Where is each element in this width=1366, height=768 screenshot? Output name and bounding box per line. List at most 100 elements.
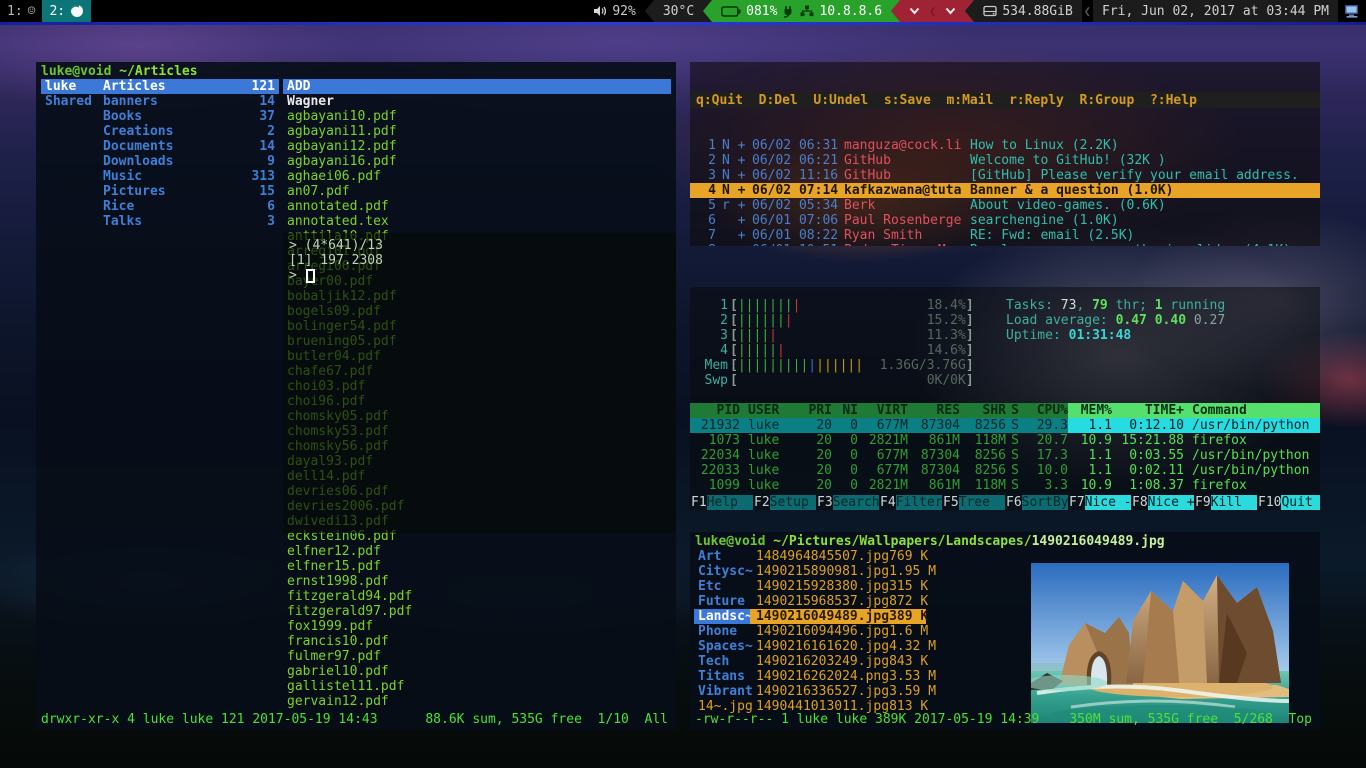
fkey-f1[interactable]: F1Help (690, 495, 753, 510)
directory-item[interactable]: Titans (694, 669, 752, 684)
system-monitor-window[interactable]: 1[||||||||18.4%]2[|||||||15.2%]3[|||||11… (690, 287, 1320, 510)
directory-item[interactable]: Talks3 (99, 214, 279, 229)
preview-item[interactable]: elfner12.pdf (283, 544, 671, 559)
fkey-f10[interactable]: F10Quit (1257, 495, 1320, 510)
computer-tray-icon[interactable] (1344, 3, 1360, 19)
preview-item[interactable]: Wagner (283, 94, 671, 109)
directory-item[interactable]: Rice6 (99, 199, 279, 214)
column-header[interactable]: Command (1184, 403, 1320, 418)
column-header[interactable]: RES (908, 403, 960, 418)
email-list-item[interactable]: 7 +06/01 08:22Ryan SmithRE: Fwd: email (… (690, 228, 1320, 243)
preview-item[interactable]: elfner15.pdf (283, 559, 671, 574)
fkey-f3[interactable]: F3Search (816, 495, 879, 510)
preview-item[interactable]: an07.pdf (283, 184, 671, 199)
image-file-item[interactable]: 1490216094496.jpg1.6 M (750, 624, 926, 639)
column-header[interactable]: VIRT (858, 403, 908, 418)
preview-item[interactable]: agbayani16.pdf (283, 154, 671, 169)
image-file-item[interactable]: 1490216161620.jpg4.32 M (750, 639, 926, 654)
process-row[interactable]: 1073luke2002821M861M118MS20.710.915:21.8… (690, 433, 1320, 448)
preview-item[interactable]: fitzgerald94.pdf (283, 589, 671, 604)
email-list-item[interactable]: 6 +06/01 07:06Paul Rosenbergesearchengin… (690, 213, 1320, 228)
fkey-f5[interactable]: F5Tree (942, 495, 1005, 510)
email-list-item[interactable]: 8 +06/01 10:51Pedro Tiago MarRe: languag… (690, 243, 1320, 246)
email-list-item[interactable]: 1N +06/02 06:31manguza@cock.liHow to Lin… (690, 138, 1320, 153)
preview-item[interactable]: gabriel10.pdf (283, 664, 671, 679)
fkey-f6[interactable]: F6SortBy (1005, 495, 1068, 510)
column-header[interactable]: SHR (960, 403, 1006, 418)
column-header[interactable]: PID (696, 403, 740, 418)
image-file-item[interactable]: 1490215968537.jpg872 K (750, 594, 926, 609)
preview-item[interactable]: francis10.pdf (283, 634, 671, 649)
meter-bar: | (738, 313, 746, 328)
directory-item[interactable]: Creations2 (99, 124, 279, 139)
process-row[interactable]: 21932luke200677M873048256S29.31.10:12.10… (690, 418, 1320, 433)
column-header[interactable]: NI (832, 403, 858, 418)
fkey-f7[interactable]: F7Nice - (1068, 495, 1131, 510)
directory-item[interactable]: Spaces~ (694, 639, 752, 654)
email-list-item[interactable]: 3N +06/02 11:16GitHub[GitHub] Please ver… (690, 168, 1320, 183)
directory-item[interactable]: Documents14 (99, 139, 279, 154)
process-virt: 2821M (858, 433, 908, 448)
fkey-f9[interactable]: F9Kill (1194, 495, 1257, 510)
process-row[interactable]: 1099luke2002821M861M118MS3.310.91:08.37f… (690, 478, 1320, 493)
preview-item[interactable]: fulmer97.pdf (283, 649, 671, 664)
directory-item[interactable]: Tech (694, 654, 752, 669)
preview-item[interactable]: aghaei06.pdf (283, 169, 671, 184)
workspace-2[interactable]: 2: (42, 0, 91, 22)
parent-dir-item[interactable]: luke (41, 79, 99, 94)
preview-item[interactable]: gervain12.pdf (283, 694, 671, 709)
image-file-item[interactable]: 1484964845507.jpg769 K (750, 549, 926, 564)
column-header[interactable]: S (1006, 403, 1024, 418)
preview-item[interactable]: agbayani12.pdf (283, 139, 671, 154)
fkey-f2[interactable]: F2Setup (753, 495, 816, 510)
directory-item[interactable]: Articles121 (99, 79, 279, 94)
meter-value: 0K/0K (927, 373, 966, 388)
column-header[interactable]: USER (740, 403, 798, 418)
email-client-window[interactable]: q:Quit D:Del U:Undel s:Save m:Mail r:Rep… (690, 62, 1320, 246)
directory-item[interactable]: Future (694, 594, 752, 609)
preview-item[interactable]: gallistel11.pdf (283, 679, 671, 694)
directory-item[interactable]: Phone (694, 624, 752, 639)
image-browser-window[interactable]: luke@void ~/Pictures/Wallpapers/Landscap… (690, 532, 1320, 730)
image-file-item[interactable]: 1490216203249.jpg843 K (750, 654, 926, 669)
fkey-f4[interactable]: F4Filter (879, 495, 942, 510)
preview-item[interactable]: fitzgerald97.pdf (283, 604, 671, 619)
preview-item[interactable]: ADD (283, 79, 671, 94)
preview-item[interactable]: agbayani11.pdf (283, 124, 671, 139)
workspace-1[interactable]: 1: ☺ (0, 0, 42, 22)
directory-item[interactable]: Etc (694, 579, 752, 594)
column-header[interactable]: PRI (798, 403, 832, 418)
parent-dir-item[interactable]: Shared (41, 94, 99, 109)
image-file-item[interactable]: 1490215890981.jpg1.95 M (750, 564, 926, 579)
email-list-item[interactable]: 5r +06/02 05:34BerkAbout video-games. (0… (690, 198, 1320, 213)
directory-item[interactable]: Citysc~ (694, 564, 752, 579)
directory-item[interactable]: Vibrant (694, 684, 752, 699)
image-file-item[interactable]: 1490216336527.jpg3.59 M (750, 684, 926, 699)
preview-item[interactable]: fox1999.pdf (283, 619, 671, 634)
directory-item[interactable]: banners14 (99, 94, 279, 109)
directory-item[interactable]: Books37 (99, 109, 279, 124)
calculator-terminal-window[interactable]: > (4*641)/13[1] 197.2308> (283, 233, 676, 533)
directory-item[interactable]: Pictures15 (99, 184, 279, 199)
email-list-item[interactable]: 2N +06/02 06:21GitHubWelcome to GitHub! … (690, 153, 1320, 168)
process-row[interactable]: 22033luke200677M873048256S10.01.10:02.11… (690, 463, 1320, 478)
info-line: Load average: 0.47 0.40 0.27 (1006, 313, 1225, 328)
preview-item[interactable]: annotated.pdf (283, 199, 671, 214)
preview-item[interactable]: ernst1998.pdf (283, 574, 671, 589)
image-file-item[interactable]: 1490216049489.jpg389 K (750, 609, 926, 624)
process-row[interactable]: 22034luke200677M873048256S17.31.10:03.55… (690, 448, 1320, 463)
column-header[interactable]: MEM% (1068, 403, 1112, 418)
preview-item[interactable]: annotated.tex (283, 214, 671, 229)
image-file-item[interactable]: 1490215928380.jpg315 K (750, 579, 926, 594)
directory-item[interactable]: Art (694, 549, 752, 564)
process-virt: 677M (858, 418, 908, 433)
directory-item[interactable]: Downloads9 (99, 154, 279, 169)
email-list-item[interactable]: 4N +06/02 07:14kafkazwana@tutaBanner & a… (690, 183, 1320, 198)
image-file-item[interactable]: 1490216262024.png3.53 M (750, 669, 926, 684)
column-header[interactable]: TIME+ (1112, 403, 1184, 418)
preview-item[interactable]: agbayani10.pdf (283, 109, 671, 124)
directory-item[interactable]: Music313 (99, 169, 279, 184)
directory-item[interactable]: Landsc~ (694, 609, 752, 624)
fkey-f8[interactable]: F8Nice + (1131, 495, 1194, 510)
column-header[interactable]: CPU% (1024, 403, 1068, 418)
